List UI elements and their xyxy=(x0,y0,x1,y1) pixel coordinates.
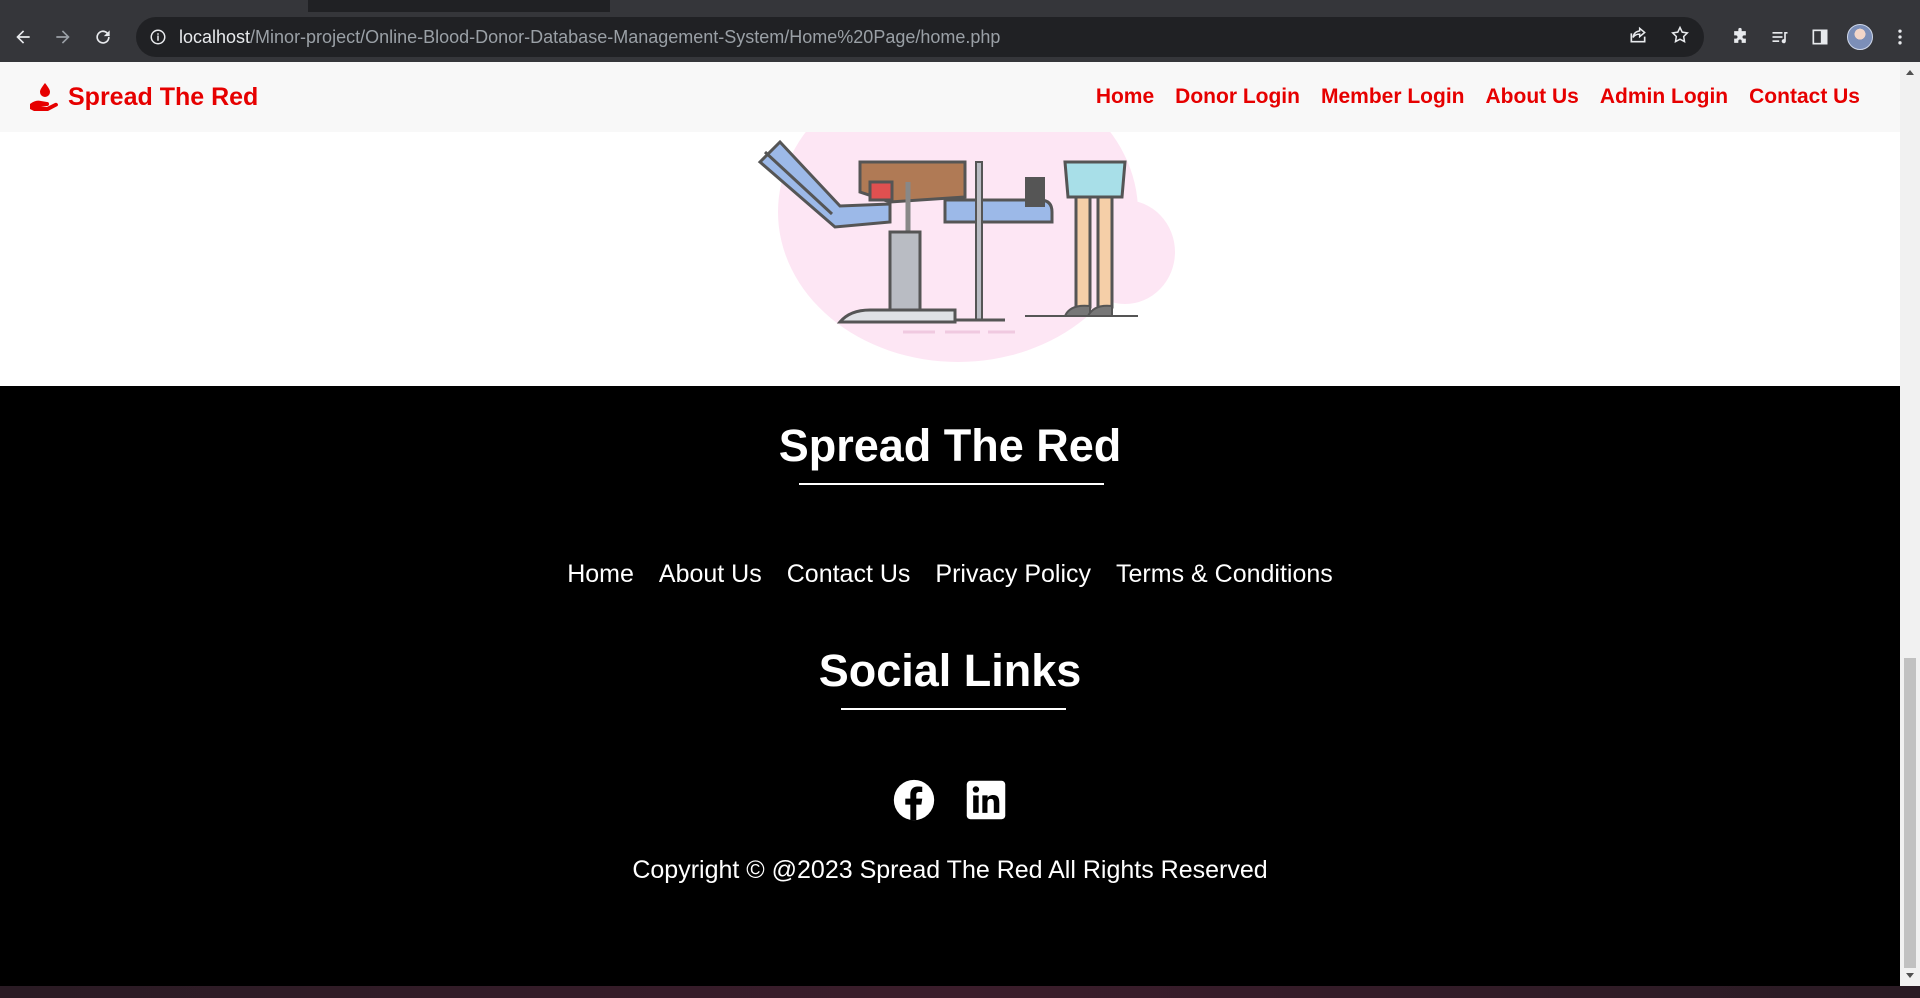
url-path: /Minor-project/Online-Blood-Donor-Databa… xyxy=(250,26,1001,47)
social-links-title: Social Links xyxy=(818,645,1082,696)
nav-links: Home Donor Login Member Login About Us A… xyxy=(1096,62,1860,132)
share-icon[interactable] xyxy=(1628,25,1648,50)
nav-link-about-us[interactable]: About Us xyxy=(1486,85,1579,109)
brand-logo[interactable]: Spread The Red xyxy=(28,82,258,112)
scrollbar-thumb[interactable] xyxy=(1904,658,1916,968)
blood-donation-illustration xyxy=(757,122,1175,362)
nav-link-donor-login[interactable]: Donor Login xyxy=(1175,85,1300,109)
nav-link-member-login[interactable]: Member Login xyxy=(1321,85,1465,109)
scroll-down-arrow-icon[interactable] xyxy=(1906,973,1914,978)
copyright-text: Copyright © @2023 Spread The Red All Rig… xyxy=(632,856,1268,884)
footer-title: Spread The Red xyxy=(778,420,1122,471)
info-icon[interactable] xyxy=(149,28,167,46)
side-panel-icon[interactable] xyxy=(1800,27,1840,47)
tab[interactable] xyxy=(610,0,1920,12)
footer-link-about-us[interactable]: About Us xyxy=(659,560,762,589)
donation-hand-icon xyxy=(30,83,58,111)
footer: Spread The Red Home About Us Contact Us … xyxy=(0,386,1900,986)
back-arrow-icon[interactable] xyxy=(6,20,40,54)
navbar: Spread The Red Home Donor Login Member L… xyxy=(0,62,1900,132)
brand-name: Spread The Red xyxy=(68,82,259,111)
reload-icon[interactable] xyxy=(86,20,120,54)
social-links-underline xyxy=(841,708,1066,710)
media-queue-icon[interactable] xyxy=(1760,27,1800,47)
facebook-icon[interactable] xyxy=(892,778,936,822)
tab[interactable] xyxy=(0,0,308,12)
footer-link-terms-conditions[interactable]: Terms & Conditions xyxy=(1116,560,1333,589)
nav-link-admin-login[interactable]: Admin Login xyxy=(1600,85,1728,109)
tab-strip xyxy=(0,0,1920,12)
page-viewport: Spread The Red Home Donor Login Member L… xyxy=(0,62,1900,986)
browser-toolbar: localhost/Minor-project/Online-Blood-Don… xyxy=(0,12,1920,62)
taskbar-edge xyxy=(0,986,1920,998)
address-bar[interactable]: localhost/Minor-project/Online-Blood-Don… xyxy=(136,17,1704,57)
scroll-up-arrow-icon[interactable] xyxy=(1906,70,1914,75)
footer-link-home[interactable]: Home xyxy=(567,560,634,589)
social-icons xyxy=(0,778,1900,822)
url-text[interactable]: localhost/Minor-project/Online-Blood-Don… xyxy=(179,27,1000,48)
profile-avatar[interactable] xyxy=(1840,24,1880,50)
more-menu-icon[interactable] xyxy=(1880,27,1920,47)
footer-title-underline xyxy=(799,483,1104,485)
footer-links: Home About Us Contact Us Privacy Policy … xyxy=(0,560,1900,589)
nav-link-home[interactable]: Home xyxy=(1096,85,1154,109)
footer-link-contact-us[interactable]: Contact Us xyxy=(787,560,911,589)
star-icon[interactable] xyxy=(1670,25,1690,50)
page-scrollbar[interactable] xyxy=(1900,62,1920,986)
extensions-icon[interactable] xyxy=(1720,27,1760,47)
forward-arrow-icon[interactable] xyxy=(46,20,80,54)
footer-link-privacy-policy[interactable]: Privacy Policy xyxy=(935,560,1091,589)
url-host: localhost xyxy=(179,26,251,47)
linkedin-icon[interactable] xyxy=(964,778,1008,822)
nav-link-contact-us[interactable]: Contact Us xyxy=(1749,85,1860,109)
